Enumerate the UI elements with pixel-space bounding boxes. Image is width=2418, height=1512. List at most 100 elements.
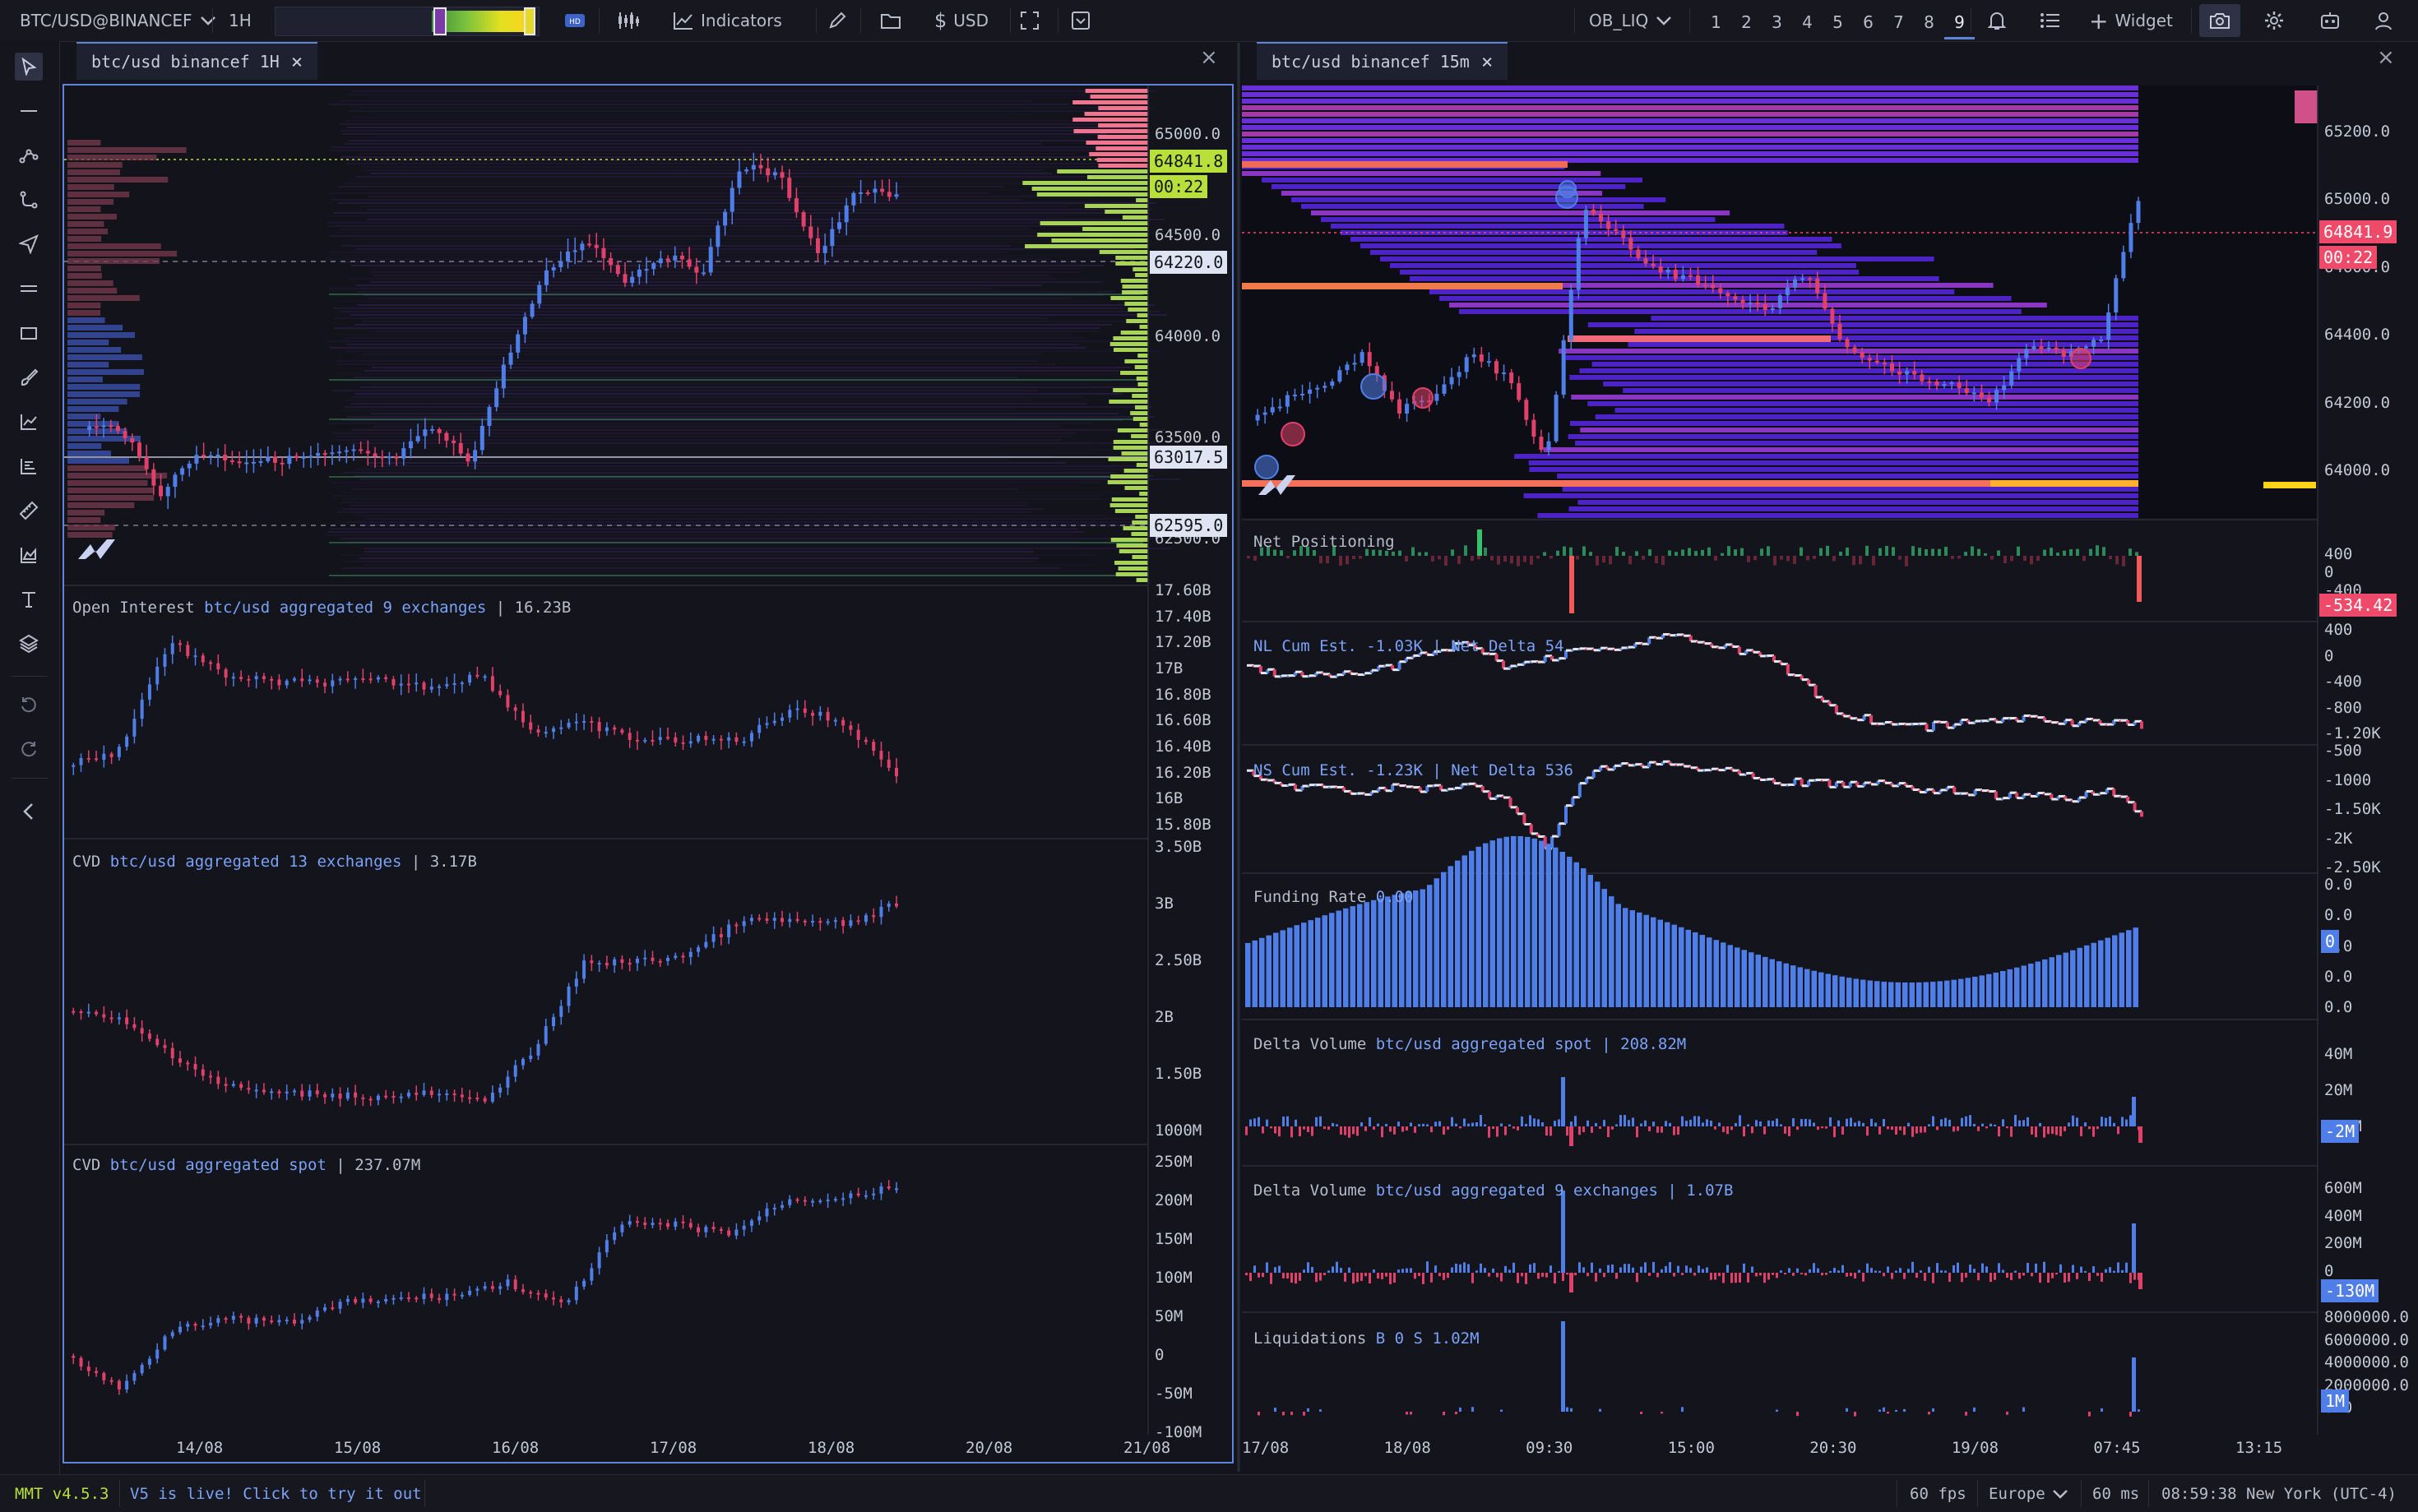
heat-band — [360, 354, 1044, 355]
close-pane-icon[interactable]: × — [2377, 45, 2395, 70]
candle — [301, 456, 306, 459]
candle — [109, 425, 113, 428]
profile-bar — [67, 288, 118, 294]
candle — [323, 682, 327, 687]
axis-label: 250M — [1155, 1153, 1193, 1171]
tab-right-chart[interactable]: btc/usd binancef 15m × — [1257, 42, 1508, 80]
candle — [125, 736, 129, 747]
heat-band — [333, 327, 1100, 329]
candle — [292, 678, 296, 681]
heat-band — [343, 472, 1117, 474]
candle — [254, 1317, 258, 1324]
axis-label: -2K — [2324, 829, 2353, 848]
orderbook-level — [1136, 198, 1148, 202]
profile-bar — [67, 391, 140, 397]
candle — [308, 455, 313, 458]
region-selector[interactable]: Europe — [1989, 1475, 2068, 1512]
candle — [765, 918, 769, 921]
clock-label: 08:59:38 New York (UTC-4) — [2161, 1484, 2397, 1503]
heat-band — [336, 363, 1056, 365]
candle — [475, 1098, 479, 1100]
heat-band — [350, 488, 1019, 490]
heat-band — [328, 288, 991, 289]
axis-label: 64200.0 — [2324, 393, 2391, 412]
candle — [294, 455, 299, 459]
candle — [727, 737, 731, 741]
candle — [270, 1091, 274, 1094]
candle — [130, 437, 135, 443]
cvd-chart-aggregated[interactable] — [72, 895, 898, 1107]
candle — [498, 691, 503, 696]
axis-label: 0 — [2324, 646, 2334, 665]
candle — [587, 243, 592, 246]
candle — [757, 918, 762, 920]
candle — [115, 426, 120, 432]
profile-bar — [67, 510, 105, 516]
heat-band — [337, 485, 1079, 487]
heat-band — [364, 564, 1093, 566]
orderbook-level — [1084, 204, 1148, 208]
profile-bar — [67, 280, 113, 286]
candle — [601, 247, 606, 258]
candle — [147, 1358, 151, 1365]
heat-band — [356, 176, 1088, 178]
orderbook-level — [1114, 509, 1148, 513]
time-label: 18/08 — [808, 1439, 855, 1457]
heat-band — [366, 462, 1066, 464]
orderbook-level — [1040, 221, 1148, 225]
candle — [331, 1094, 335, 1098]
candle — [430, 428, 435, 431]
candle — [86, 1366, 90, 1371]
profile-bar — [67, 399, 127, 405]
profile-bar — [67, 177, 169, 183]
candle — [851, 192, 856, 206]
candle — [429, 687, 433, 690]
cvd-chart-spot[interactable] — [72, 1180, 898, 1395]
candle — [635, 1221, 639, 1223]
left-price-chart[interactable] — [64, 86, 1189, 1435]
heat-band — [335, 373, 1136, 375]
orderbook-level — [1072, 118, 1148, 122]
candle — [186, 1062, 190, 1065]
candle — [864, 915, 868, 922]
open-interest-chart[interactable] — [72, 635, 898, 784]
candle — [742, 741, 746, 743]
candle — [165, 487, 170, 497]
status-bar: MMT v4.5.3 V5 is live! Click to try it o… — [0, 1474, 2418, 1512]
candle — [337, 451, 342, 454]
close-icon[interactable]: × — [1481, 50, 1493, 73]
candle — [674, 737, 678, 742]
axis-label: 3.50B — [1155, 838, 1202, 856]
candle — [270, 1320, 274, 1323]
candle — [879, 751, 883, 760]
candle — [811, 1200, 815, 1203]
heat-band — [354, 377, 1018, 378]
heat-band — [328, 531, 1086, 533]
profile-bar — [67, 377, 103, 382]
candle — [757, 724, 762, 733]
candle — [216, 663, 220, 670]
candle — [483, 1286, 487, 1289]
time-label: 07:45 — [2093, 1439, 2141, 1457]
candle — [623, 274, 628, 284]
candle — [811, 921, 815, 923]
candle — [788, 710, 792, 718]
candle — [408, 441, 413, 449]
candle — [658, 960, 662, 963]
profile-bar — [67, 458, 129, 464]
heat-band — [352, 90, 1156, 92]
candle — [483, 1098, 487, 1102]
heat-band — [328, 252, 1007, 253]
candle — [125, 1380, 129, 1389]
orderbook-level — [1110, 538, 1148, 542]
heat-band — [354, 324, 1112, 326]
orderbook-level — [1114, 561, 1148, 565]
candle — [795, 918, 799, 921]
candle — [173, 474, 178, 488]
orderbook-level — [1133, 417, 1148, 421]
candle — [665, 258, 670, 261]
orderbook-level — [1108, 457, 1148, 461]
axis-label: 17.40B — [1155, 607, 1211, 626]
candle — [630, 276, 635, 284]
announcement-link[interactable]: V5 is live! Click to try it out — [130, 1475, 422, 1512]
